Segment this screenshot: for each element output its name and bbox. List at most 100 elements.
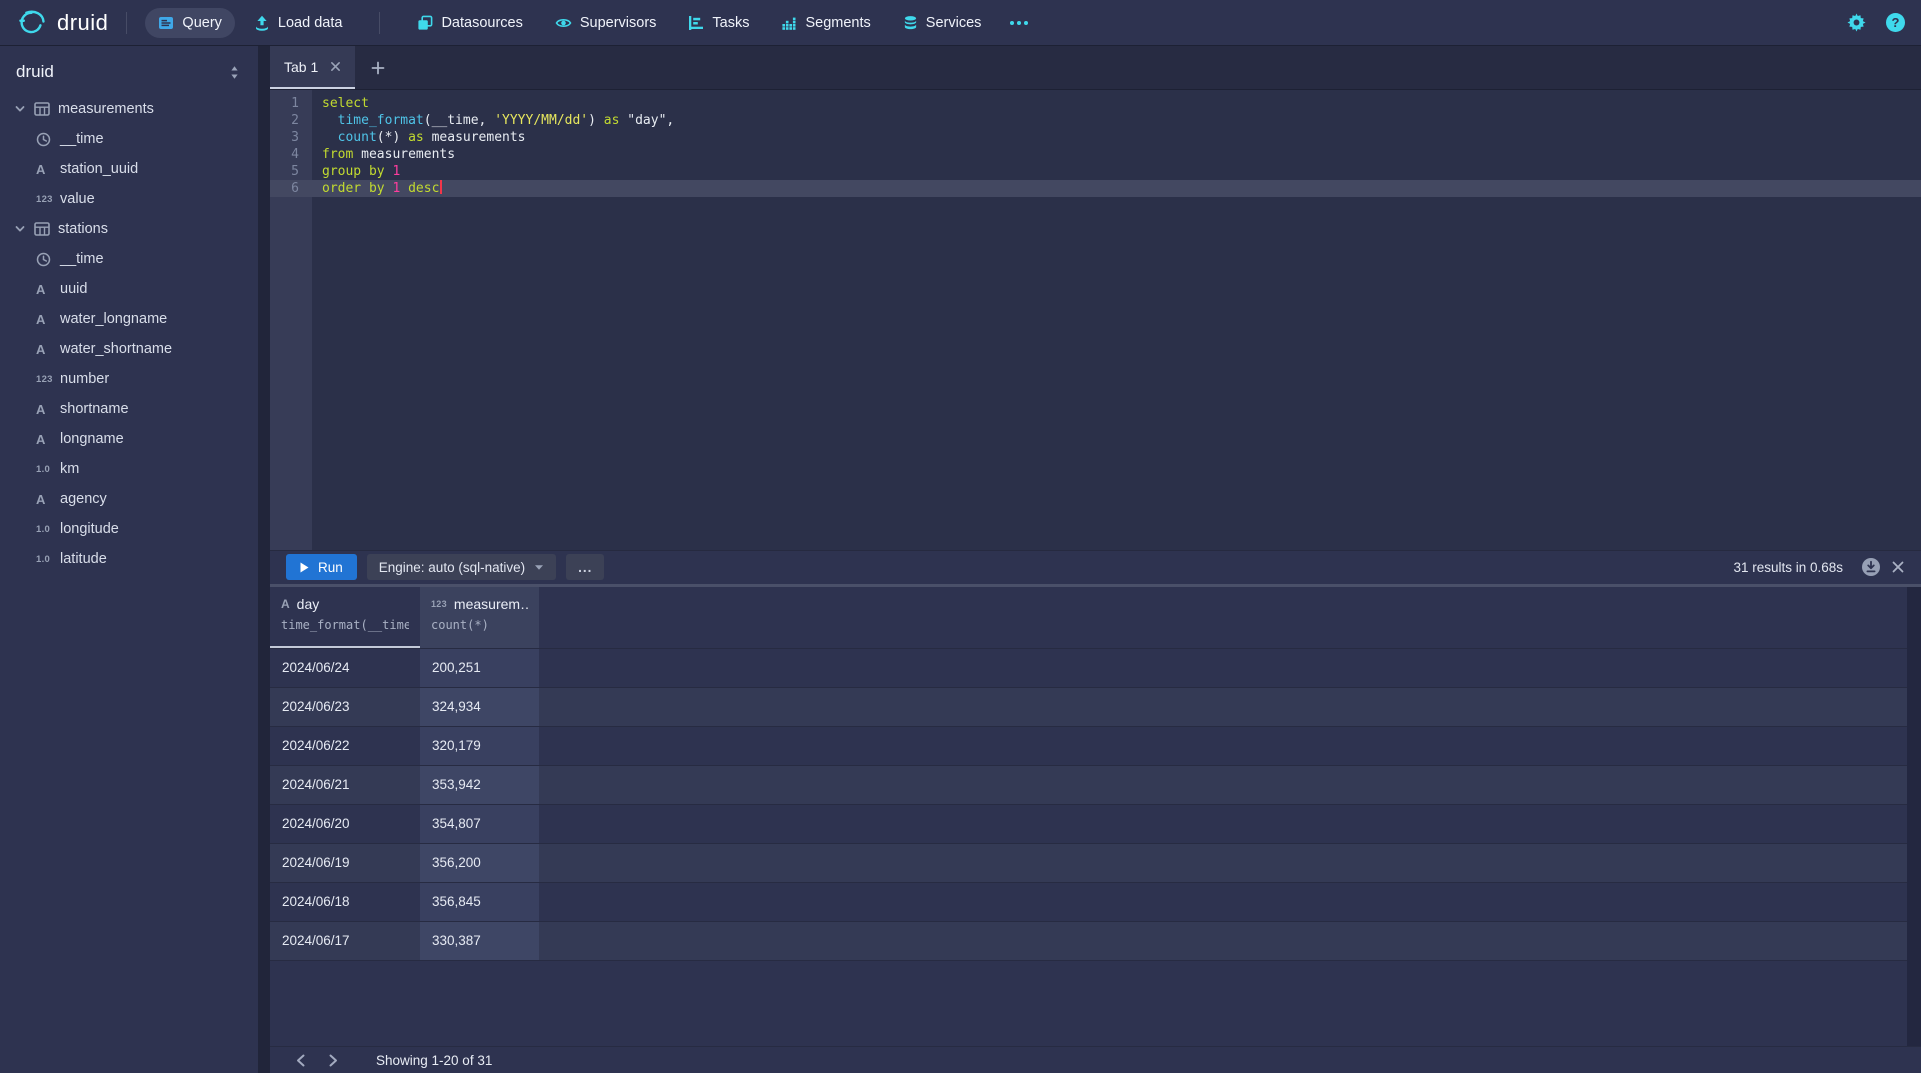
sidebar-column-__time[interactable]: __time (0, 124, 258, 154)
line-number: 6 (270, 180, 312, 197)
nav-item-load-data[interactable]: Load data (241, 8, 356, 38)
code-line-6[interactable]: 6order by 1 desc (270, 180, 1921, 197)
sidebar-column-number[interactable]: 123number (0, 364, 258, 394)
code-text: from measurements (312, 146, 455, 163)
code-line-3[interactable]: 3 count(*) as measurements (270, 129, 1921, 146)
download-icon[interactable] (1861, 557, 1881, 577)
sidebar-column-shortname[interactable]: Ashortname (0, 394, 258, 424)
code-text: order by 1 desc (312, 180, 442, 197)
druid-logo[interactable]: druid (16, 9, 108, 37)
double-caret-vertical-icon[interactable] (227, 63, 242, 82)
code-line-5[interactable]: 5group by 1 (270, 163, 1921, 180)
gear-icon[interactable] (1847, 13, 1866, 32)
schema-header: druid (0, 52, 258, 92)
string-icon: A (36, 162, 58, 177)
sidebar-column-longitude[interactable]: 1.0longitude (0, 514, 258, 544)
nav-item-datasources[interactable]: Datasources (404, 8, 535, 38)
next-page-icon[interactable] (317, 1054, 350, 1067)
cell-day[interactable]: 2024/06/22 (270, 727, 420, 765)
new-tab-plus-icon[interactable] (355, 46, 401, 89)
cell-day[interactable]: 2024/06/17 (270, 922, 420, 960)
tree-item-label: __time (60, 251, 104, 267)
sidebar-column-__time[interactable]: __time (0, 244, 258, 274)
help-icon[interactable]: ? (1886, 13, 1905, 32)
code-text: time_format(__time, 'YYYY/MM/dd') as "da… (312, 112, 674, 129)
sidebar-column-water_shortname[interactable]: Awater_shortname (0, 334, 258, 364)
column-name: measurem… (454, 596, 528, 612)
nav-item-services[interactable]: Services (890, 8, 995, 38)
number-icon: 123 (36, 374, 58, 385)
nav-item-query[interactable]: Query (145, 8, 235, 38)
close-results-icon[interactable] (1891, 560, 1905, 574)
sidebar-table-measurements[interactable]: measurements (0, 94, 258, 124)
tree-item-label: stations (58, 221, 108, 237)
float-icon: 1.0 (36, 524, 58, 535)
cell-day[interactable]: 2024/06/21 (270, 766, 420, 804)
tree-item-label: uuid (60, 281, 87, 297)
sidebar-column-latitude[interactable]: 1.0latitude (0, 544, 258, 574)
cell-measurements[interactable]: 324,934 (420, 688, 539, 726)
string-icon: A (36, 492, 58, 507)
query-workpane: Tab 1 1select2 time_format(__time, 'YYYY… (270, 46, 1921, 1073)
tree-item-label: longitude (60, 521, 119, 537)
sql-editor[interactable]: 1select2 time_format(__time, 'YYYY/MM/dd… (270, 90, 1921, 550)
tab-close-icon[interactable] (330, 61, 341, 72)
supervisors-icon (555, 15, 572, 31)
cell-measurements[interactable]: 353,942 (420, 766, 539, 804)
column-header-day[interactable]: Adaytime_format(__time, … (270, 587, 420, 648)
column-name: day (297, 596, 320, 612)
cell-day[interactable]: 2024/06/24 (270, 649, 420, 687)
tree-item-label: measurements (58, 101, 154, 117)
sidebar-column-longname[interactable]: Alongname (0, 424, 258, 454)
cell-measurements[interactable]: 320,179 (420, 727, 539, 765)
engine-select-button[interactable]: Engine: auto (sql-native) (367, 554, 556, 580)
results-footer: Showing 1-20 of 31 (270, 1046, 1921, 1073)
text-cursor (440, 180, 442, 194)
table-row: 2024/06/18356,845 (270, 883, 1921, 922)
cell-day[interactable]: 2024/06/19 (270, 844, 420, 882)
chevron-down-icon[interactable] (14, 103, 26, 115)
cell-day[interactable]: 2024/06/23 (270, 688, 420, 726)
sql-code[interactable]: 1select2 time_format(__time, 'YYYY/MM/dd… (270, 90, 1921, 197)
run-label: Run (318, 560, 343, 575)
sidebar-column-uuid[interactable]: Auuid (0, 274, 258, 304)
time-icon (36, 132, 58, 147)
pane-divider[interactable] (258, 46, 270, 1073)
query-icon (158, 15, 174, 31)
line-number: 2 (270, 112, 312, 129)
column-header-measurements[interactable]: 123measurem…count(*) (420, 587, 539, 648)
code-text: select (312, 95, 369, 112)
run-button[interactable]: Run (286, 554, 357, 580)
tree-item-label: station_uuid (60, 161, 138, 177)
nav-right: ? (1847, 13, 1905, 32)
cell-measurements[interactable]: 356,845 (420, 883, 539, 921)
sidebar-column-agency[interactable]: Aagency (0, 484, 258, 514)
sidebar-column-station_uuid[interactable]: Astation_uuid (0, 154, 258, 184)
cell-measurements[interactable]: 200,251 (420, 649, 539, 687)
sidebar-column-value[interactable]: 123value (0, 184, 258, 214)
cell-day[interactable]: 2024/06/20 (270, 805, 420, 843)
results-scrollbar[interactable] (1907, 587, 1921, 1047)
number-icon: 123 (431, 599, 447, 609)
nav-item-tasks[interactable]: Tasks (675, 8, 762, 38)
query-more-button[interactable]: ... (566, 554, 604, 580)
code-line-1[interactable]: 1select (270, 95, 1921, 112)
code-line-4[interactable]: 4from measurements (270, 146, 1921, 163)
cell-measurements[interactable]: 330,387 (420, 922, 539, 960)
sidebar-column-km[interactable]: 1.0km (0, 454, 258, 484)
tab-tab1[interactable]: Tab 1 (270, 46, 355, 89)
chevron-down-icon[interactable] (14, 223, 26, 235)
cell-measurements[interactable]: 356,200 (420, 844, 539, 882)
cell-measurements[interactable]: 354,807 (420, 805, 539, 843)
prev-page-icon[interactable] (284, 1054, 317, 1067)
cell-day[interactable]: 2024/06/18 (270, 883, 420, 921)
code-line-2[interactable]: 2 time_format(__time, 'YYYY/MM/dd') as "… (270, 112, 1921, 129)
sidebar-column-water_longname[interactable]: Awater_longname (0, 304, 258, 334)
more-icon[interactable] (1000, 14, 1038, 32)
segments-icon (781, 15, 797, 31)
table-row: 2024/06/21353,942 (270, 766, 1921, 805)
nav-item-supervisors[interactable]: Supervisors (542, 8, 670, 38)
nav-item-segments[interactable]: Segments (768, 8, 883, 38)
sidebar-table-stations[interactable]: stations (0, 214, 258, 244)
tasks-icon (688, 15, 704, 31)
